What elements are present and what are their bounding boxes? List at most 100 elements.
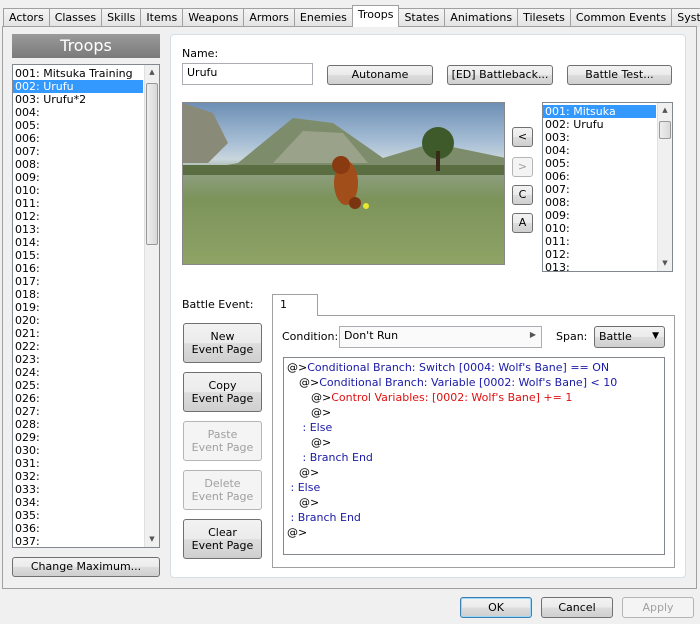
event-command[interactable]: : Else [287, 420, 661, 435]
event-command[interactable]: @> [287, 525, 661, 540]
list-item[interactable]: 006: [13, 132, 143, 145]
add-enemy-button[interactable]: < [512, 127, 533, 147]
scroll-down-icon[interactable]: ▼ [145, 532, 159, 547]
tab-animations[interactable]: Animations [444, 8, 519, 27]
tab-weapons[interactable]: Weapons [182, 8, 245, 27]
list-item[interactable]: 030: [13, 444, 143, 457]
auto-arrange-button[interactable]: A [512, 213, 533, 233]
troop-list[interactable]: ▲ ▼ 001: Mitsuka Training 002: Urufu 003: U… [12, 64, 160, 548]
ok-button[interactable]: OK [460, 597, 532, 618]
scroll-up-icon[interactable]: ▲ [658, 103, 672, 118]
list-item[interactable]: 012: [543, 248, 656, 261]
clear-event-page-button[interactable]: Clear Event Page [183, 519, 262, 559]
list-item[interactable]: 009: [543, 209, 656, 222]
list-item[interactable]: 034: [13, 496, 143, 509]
enemy-list-scrollbar[interactable]: ▲ ▼ [657, 103, 672, 271]
cancel-button[interactable]: Cancel [541, 597, 613, 618]
battleback-button[interactable]: [ED] Battleback... [447, 65, 553, 85]
list-item[interactable]: 013: [13, 223, 143, 236]
tab-actors[interactable]: Actors [3, 8, 50, 27]
tab-troops[interactable]: Troops [351, 5, 400, 27]
list-item[interactable]: 010: [13, 184, 143, 197]
list-item[interactable]: 018: [13, 288, 143, 301]
scroll-down-icon[interactable]: ▼ [658, 256, 672, 271]
enemy-list[interactable]: ▲ ▼ 001: Mitsuka 002: Urufu 003: 004: 005: 006… [542, 102, 673, 272]
scroll-up-icon[interactable]: ▲ [145, 65, 159, 80]
event-command[interactable]: @> [287, 495, 661, 510]
tab-states[interactable]: States [398, 8, 446, 27]
event-command[interactable]: : Branch End [287, 450, 661, 465]
list-item[interactable]: 003: Urufu*2 [13, 93, 143, 106]
list-item[interactable]: 008: [543, 196, 656, 209]
autoname-button[interactable]: Autoname [327, 65, 433, 85]
tab-tilesets[interactable]: Tilesets [517, 8, 571, 27]
list-item[interactable]: 007: [543, 183, 656, 196]
list-item[interactable]: 011: [13, 197, 143, 210]
list-item[interactable]: 022: [13, 340, 143, 353]
list-item[interactable]: 031: [13, 457, 143, 470]
list-item[interactable]: 035: [13, 509, 143, 522]
event-command[interactable]: @> [287, 435, 661, 450]
list-item[interactable]: 014: [13, 236, 143, 249]
list-item[interactable]: 003: [543, 131, 656, 144]
list-item[interactable]: 002: Urufu [13, 80, 143, 93]
tab-skills[interactable]: Skills [101, 8, 142, 27]
tab-classes[interactable]: Classes [48, 8, 103, 27]
copy-event-page-button[interactable]: Copy Event Page [183, 372, 262, 412]
event-command[interactable]: : Else [287, 480, 661, 495]
event-command[interactable]: @>Control Variables: [0002: Wolf's Bane]… [287, 390, 661, 405]
event-command[interactable]: @>Conditional Branch: Switch [0004: Wolf… [287, 360, 661, 375]
list-item[interactable]: 016: [13, 262, 143, 275]
troop-list-scrollbar[interactable]: ▲ ▼ [144, 65, 159, 547]
tab-items[interactable]: Items [140, 8, 184, 27]
list-item[interactable]: 015: [13, 249, 143, 262]
list-item[interactable]: 010: [543, 222, 656, 235]
list-item[interactable]: 001: Mitsuka [543, 105, 656, 118]
span-dropdown[interactable]: Battle ▼ [594, 326, 665, 348]
list-item[interactable]: 009: [13, 171, 143, 184]
event-command[interactable]: @> [287, 405, 661, 420]
list-item[interactable]: 002: Urufu [543, 118, 656, 131]
list-item[interactable]: 004: [13, 106, 143, 119]
list-item[interactable]: 021: [13, 327, 143, 340]
list-item[interactable]: 004: [543, 144, 656, 157]
list-item[interactable]: 026: [13, 392, 143, 405]
list-item[interactable]: 006: [543, 170, 656, 183]
list-item[interactable]: 012: [13, 210, 143, 223]
list-item[interactable]: 020: [13, 314, 143, 327]
name-input[interactable]: Urufu [182, 63, 313, 85]
list-item[interactable]: 036: [13, 522, 143, 535]
condition-field[interactable]: Don't Run ▶ [339, 326, 542, 348]
tab-armors[interactable]: Armors [243, 8, 295, 27]
list-item[interactable]: 027: [13, 405, 143, 418]
event-command[interactable]: @> [287, 465, 661, 480]
delete-event-page-button[interactable]: Delete Event Page [183, 470, 262, 510]
event-command[interactable]: @>Conditional Branch: Variable [0002: Wo… [287, 375, 661, 390]
new-event-page-button[interactable]: New Event Page [183, 323, 262, 363]
list-item[interactable]: 033: [13, 483, 143, 496]
list-item[interactable]: 017: [13, 275, 143, 288]
list-item[interactable]: 023: [13, 353, 143, 366]
list-item[interactable]: 024: [13, 366, 143, 379]
clear-button[interactable]: C [512, 185, 533, 205]
list-item[interactable]: 007: [13, 145, 143, 158]
event-page-tab-1[interactable]: 1 [272, 294, 318, 316]
tab-common-events[interactable]: Common Events [569, 8, 673, 27]
list-item[interactable]: 037: [13, 535, 143, 547]
paste-event-page-button[interactable]: Paste Event Page [183, 421, 262, 461]
list-item[interactable]: 005: [13, 119, 143, 132]
change-maximum-button[interactable]: Change Maximum... [12, 557, 160, 577]
list-item[interactable]: 008: [13, 158, 143, 171]
remove-enemy-button[interactable]: > [512, 157, 533, 177]
event-command-list[interactable]: @>Conditional Branch: Switch [0004: Wolf… [283, 357, 665, 555]
list-item[interactable]: 019: [13, 301, 143, 314]
list-item[interactable]: 028: [13, 418, 143, 431]
list-item[interactable]: 005: [543, 157, 656, 170]
tab-enemies[interactable]: Enemies [293, 8, 353, 27]
event-command[interactable]: : Branch End [287, 510, 661, 525]
list-item[interactable]: 011: [543, 235, 656, 248]
apply-button[interactable]: Apply [622, 597, 694, 618]
list-item[interactable]: 029: [13, 431, 143, 444]
list-item[interactable]: 001: Mitsuka Training [13, 67, 143, 80]
condition-arrow-icon[interactable]: ▶ [530, 330, 536, 339]
